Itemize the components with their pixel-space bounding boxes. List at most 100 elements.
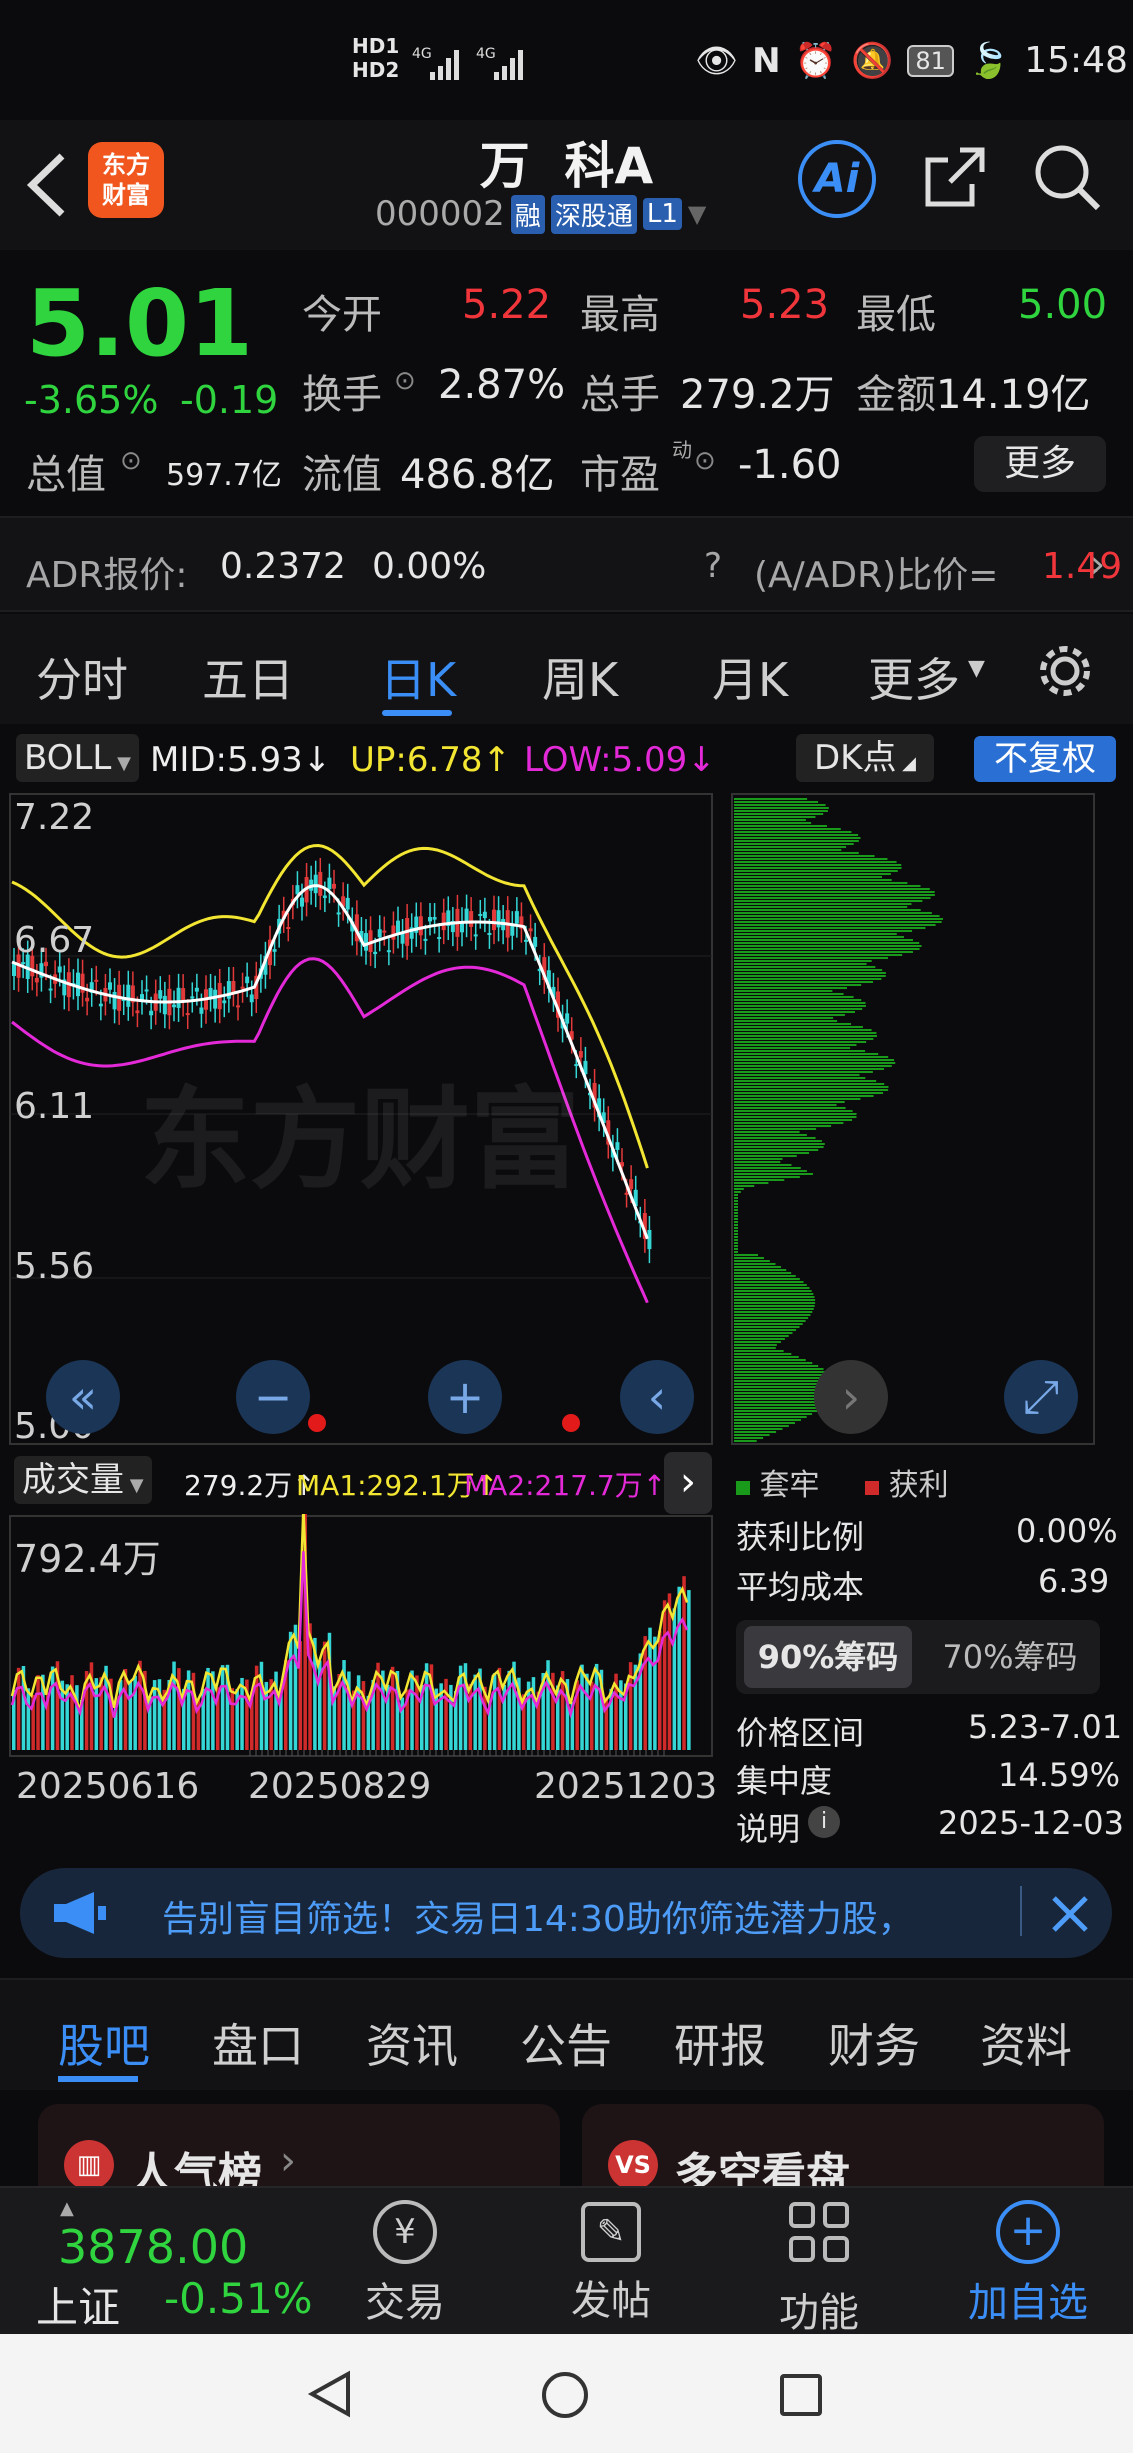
nav-functions[interactable]: 功能 bbox=[754, 2200, 884, 2338]
chip-bar bbox=[734, 945, 922, 947]
chip-legend: 套牢 获利 bbox=[736, 1460, 949, 1504]
amount-value: 14.19亿 bbox=[936, 372, 1091, 418]
nav-trade[interactable]: ¥ 交易 bbox=[340, 2200, 470, 2328]
chip-bar bbox=[734, 1353, 792, 1355]
chip-bar bbox=[734, 1080, 877, 1082]
chip-bar bbox=[734, 942, 920, 944]
promo-banner[interactable]: 告别盲目筛选！交易日14:30助你筛选潜力股， bbox=[20, 1868, 1112, 1958]
more-button[interactable]: 更多 bbox=[974, 436, 1106, 492]
candle-body bbox=[176, 987, 181, 1008]
event-dot[interactable] bbox=[308, 1414, 326, 1432]
tab-announcements[interactable]: 公告 bbox=[520, 2010, 612, 2076]
chip-bar bbox=[734, 807, 829, 809]
volume-indicator-select[interactable]: 成交量 ▼ bbox=[14, 1456, 152, 1504]
edit-icon: ✎ bbox=[581, 2202, 641, 2262]
recents-square-icon[interactable] bbox=[778, 2372, 824, 2418]
candle-body bbox=[48, 988, 53, 991]
chip-bar bbox=[734, 876, 882, 878]
nav-add-watchlist[interactable]: + 加自选 bbox=[948, 2200, 1108, 2328]
chip-bar bbox=[734, 1407, 822, 1409]
dk-point-select[interactable]: DK点 ◢ bbox=[796, 734, 934, 782]
chip-bar bbox=[734, 891, 935, 893]
tab-more[interactable]: 更多 bbox=[868, 644, 960, 710]
chip-bar bbox=[734, 864, 902, 866]
candle-body bbox=[327, 877, 332, 890]
gear-icon[interactable] bbox=[1036, 642, 1094, 700]
last-price: 5.01 bbox=[26, 270, 253, 377]
tab-financials[interactable]: 财务 bbox=[828, 2010, 920, 2076]
candle-body bbox=[364, 933, 368, 951]
chip-bar bbox=[734, 981, 874, 983]
tab-news[interactable]: 资讯 bbox=[366, 2010, 458, 2076]
search-icon[interactable] bbox=[1032, 142, 1104, 214]
candle-body bbox=[162, 995, 167, 1015]
volume-bar bbox=[206, 1667, 210, 1750]
candle-body bbox=[428, 916, 432, 922]
chip-bar bbox=[734, 1089, 889, 1091]
close-icon[interactable] bbox=[1050, 1894, 1090, 1934]
tab-orderbook[interactable]: 盘口 bbox=[212, 2010, 304, 2076]
zoom-out-icon[interactable]: − bbox=[236, 1360, 310, 1434]
back-triangle-icon[interactable] bbox=[306, 2370, 354, 2418]
tab-70-chips[interactable]: 70%筹码 bbox=[926, 1626, 1094, 1688]
turnover-label: 换手 bbox=[302, 372, 382, 418]
index-ticker[interactable]: ▲ 3878.00 上证 -0.51% bbox=[16, 2196, 316, 2332]
chip-bar bbox=[734, 798, 808, 800]
nav-add-watchlist-label: 加自选 bbox=[968, 2280, 1088, 2326]
nav-post[interactable]: ✎ 发帖 bbox=[546, 2200, 676, 2326]
volume-value: 279.2万 bbox=[680, 372, 835, 418]
tab-intraday[interactable]: 分时 bbox=[36, 644, 128, 710]
expand-icon[interactable]: ⤢ bbox=[1004, 1360, 1078, 1434]
info-dots-icon[interactable]: ⊙ bbox=[394, 366, 416, 396]
chip-bar bbox=[734, 1263, 776, 1265]
zoom-in-icon[interactable]: + bbox=[428, 1360, 502, 1434]
tab-profile[interactable]: 资料 bbox=[980, 2010, 1072, 2076]
chevron-right-icon[interactable]: › bbox=[814, 1360, 888, 1434]
info-tabs: 股吧 盘口 资讯 公告 研报 财务 资料 bbox=[0, 1978, 1133, 2090]
info-dots-icon[interactable]: ⊙ bbox=[694, 446, 716, 476]
active-tab-indicator bbox=[58, 2076, 138, 2082]
tab-five-day[interactable]: 五日 bbox=[202, 644, 294, 710]
tab-daily-k[interactable]: 日K bbox=[380, 644, 456, 710]
candle-body bbox=[231, 981, 236, 993]
ai-button[interactable]: Ai bbox=[798, 140, 876, 218]
candle-body bbox=[336, 912, 341, 915]
chip-bar bbox=[734, 1005, 866, 1007]
chip-bar bbox=[734, 1413, 813, 1415]
chip-bar bbox=[734, 1050, 866, 1052]
tab-90-chips[interactable]: 90%筹码 bbox=[744, 1626, 912, 1688]
tab-research[interactable]: 研报 bbox=[674, 2010, 766, 2076]
candle-body bbox=[391, 925, 396, 940]
info-dots-icon[interactable]: ⊙ bbox=[120, 446, 142, 476]
share-icon[interactable] bbox=[922, 144, 988, 210]
event-dot[interactable] bbox=[562, 1414, 580, 1432]
tab-forum[interactable]: 股吧 bbox=[58, 2010, 150, 2076]
chip-bar bbox=[734, 927, 926, 929]
info-icon[interactable]: i bbox=[808, 1806, 840, 1838]
status-bar: HD1 HD2 4G 4G 👁 N ⏰ 🔕 81 🍃 15:48 bbox=[0, 0, 1133, 120]
chevron-right-icon[interactable]: › bbox=[664, 1452, 712, 1514]
volume-bar bbox=[473, 1674, 477, 1750]
chip-bar bbox=[734, 846, 847, 848]
help-icon[interactable]: ? bbox=[704, 546, 722, 586]
chip-bar bbox=[734, 1218, 738, 1220]
volume-bar bbox=[449, 1684, 453, 1750]
tab-monthly-k[interactable]: 月K bbox=[712, 644, 788, 710]
chip-bar bbox=[734, 1023, 851, 1025]
home-circle-icon[interactable] bbox=[540, 2370, 590, 2420]
chip-bar bbox=[734, 1098, 861, 1100]
candle-body bbox=[57, 966, 62, 973]
chip-bar bbox=[734, 1047, 851, 1049]
indicator-select[interactable]: BOLL ▼ bbox=[16, 734, 139, 782]
scroll-left-icon[interactable]: ‹ bbox=[620, 1360, 694, 1434]
y-tick: 6.67 bbox=[14, 920, 95, 961]
x-tick: 20250829 bbox=[248, 1766, 432, 1807]
chip-bar bbox=[734, 1365, 819, 1367]
nav-trade-label: 交易 bbox=[365, 2280, 445, 2326]
scroll-left-fast-icon[interactable]: « bbox=[46, 1360, 120, 1434]
chip-bar bbox=[734, 882, 908, 884]
stock-code-row[interactable]: 000002 融 深股通 L1 ▼ bbox=[375, 194, 706, 234]
adjust-toggle[interactable]: 不复权 bbox=[974, 736, 1116, 782]
tab-weekly-k[interactable]: 周K bbox=[542, 644, 618, 710]
adr-row[interactable]: ADR报价: 0.2372 0.00% ? (A/ADR)比价= 1.49 › bbox=[0, 516, 1133, 612]
